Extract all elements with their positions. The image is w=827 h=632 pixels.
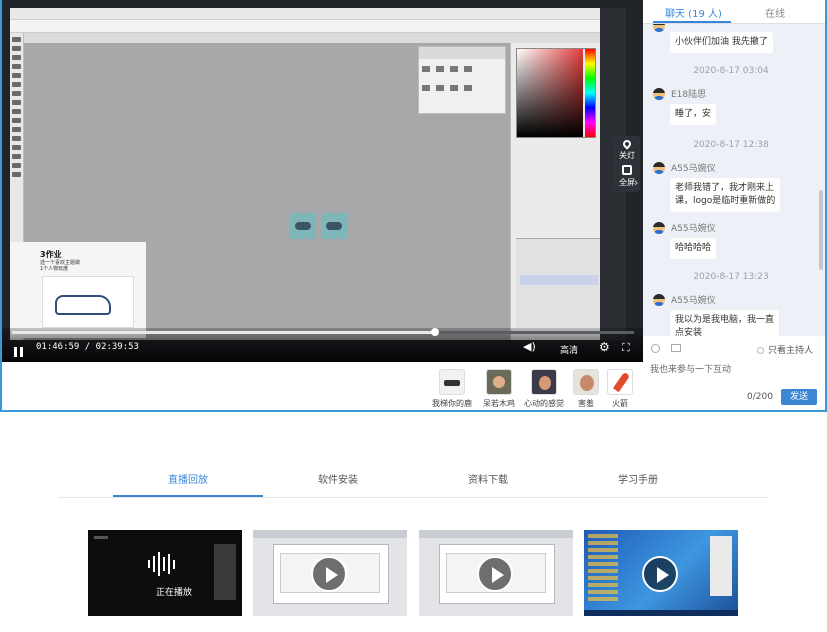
progress-fill [12,331,435,334]
homework-line: 1个人物玩度 [40,266,69,272]
settings-gear-icon[interactable]: ⚙ [599,340,610,354]
char-counter: 0/200 [747,392,773,402]
chat-tabs: 聊天 (19 人) 在线 [643,0,825,24]
fullscreen-icon [622,165,632,175]
progress-bar[interactable] [12,328,634,336]
replay-card[interactable] [253,530,407,616]
illustrator-menubar [10,8,600,20]
user-avatar [653,222,665,234]
tab-downloads[interactable]: 资料下载 [413,471,563,486]
time-readout: 01:46:59 / 02:39:53 [36,342,139,352]
lamp-icon [621,138,633,150]
radio-icon [757,347,764,354]
play-icon[interactable] [311,556,347,592]
tab-handbook[interactable]: 学习手册 [563,471,713,486]
illustrator-doc-tabs [24,33,600,43]
chat-panel: 聊天 (19 人) 在线 小伙伴们加油 我先撤了 2020-8-17 03:04… [643,0,825,362]
artwork-thumb [290,213,316,239]
user-avatar [653,88,665,100]
tab-indicator [113,495,263,497]
chat-username: E18陆思 [671,90,707,100]
homework-text: 选一个喜欢主题做 1个人物玩度 [40,260,80,272]
gift-label: 我梯你的鹿 [432,399,472,408]
tab-replay[interactable]: 直播回放 [113,471,263,486]
illustrator-options-bar [10,20,600,33]
volume-icon[interactable]: ◀) [523,340,536,353]
gift-label: 呆若木鸡 [483,399,515,408]
video-player[interactable]: 3作业 选一个喜欢主题做 1个人物玩度 关灯 全屏 › 01:46:59 / 0… [2,0,643,362]
quality-button[interactable]: 高清 [560,343,578,356]
tab-indicator [653,21,731,23]
gift-heart-icon [531,369,557,395]
user-avatar [653,162,665,174]
gift-item[interactable]: 火箭 [596,369,644,411]
homework-title: 3作业 [40,250,62,259]
tab-software[interactable]: 软件安装 [263,471,413,486]
gift-rocket-icon [607,369,633,395]
artwork-thumb [321,213,347,239]
play-icon[interactable] [477,556,513,592]
fullscreen-icon[interactable]: ⛶ [622,341,630,355]
chat-timestamp: 2020-8-17 13:23 [693,272,769,282]
chat-bubble: 哈哈哈哈 [670,238,717,259]
tab-chat[interactable]: 聊天 (19 人) [665,5,722,20]
layers-panel [516,238,600,328]
user-avatar [653,294,665,306]
course-section: 直播回放 软件安装 资料下载 学习手册 正在播放 [0,412,827,632]
color-picker [516,48,596,138]
replay-card[interactable]: 正在播放 [88,530,242,616]
chat-username: A55马婉仪 [671,224,716,234]
chat-timestamp: 2020-8-17 12:38 [693,140,769,150]
chat-bubble: 我以为是我电脑，我一直 点安装 [670,310,780,336]
gift-deer-icon [439,369,465,395]
progress-knob[interactable] [430,328,439,336]
gift-item[interactable]: 心动的感觉 [520,369,568,411]
gift-label: 心动的感觉 [524,399,564,408]
replay-card[interactable] [584,530,738,616]
chat-timestamp: 2020-8-17 03:04 [693,66,769,76]
chat-username: A55马婉仪 [671,164,716,174]
play-icon[interactable] [642,556,678,592]
gift-item[interactable]: 呆若木鸡 [475,369,523,411]
course-tabs: 直播回放 软件安装 资料下载 学习手册 [58,458,768,498]
bubble-line: 课，logo是临时重新做的 [675,196,776,206]
now-playing-label: 正在播放 [155,588,192,598]
light-toggle[interactable]: 关灯 [614,138,640,161]
image-icon[interactable] [671,344,681,352]
emoji-icon[interactable] [651,344,660,353]
replay-card[interactable] [419,530,573,616]
chat-username: A55马婉仪 [671,296,716,306]
homework-artwork [42,276,134,328]
bubble-line: 我以为是我电脑，我一直 [675,315,775,325]
chat-scrollbar[interactable] [819,190,823,270]
gift-chicken-icon [486,369,512,395]
gift-label: 火箭 [612,399,628,408]
chat-input[interactable]: 我也来参与一下互动 [650,362,731,375]
chat-bubble: 睡了，安 [670,104,717,125]
chat-bubble: 小伙伴们加油 我先撤了 [670,32,773,53]
chat-input-area: 只看主持人 我也来参与一下互动 0/200 发送 [643,336,825,410]
tab-online[interactable]: 在线 [765,5,785,20]
bubble-line: 点安装 [675,328,703,336]
pathfinder-panel [418,46,506,114]
audio-wave-icon [148,552,178,576]
user-avatar [653,24,665,32]
pause-button[interactable] [14,342,26,357]
light-label: 关灯 [619,151,635,160]
homework-card: 3作业 选一个喜欢主题做 1个人物玩度 [10,242,146,338]
collapse-chat-icon[interactable]: › [634,176,638,189]
host-only-label: 只看主持人 [768,346,814,356]
gift-item[interactable]: 我梯你的鹿 [428,369,476,411]
bubble-line: 老师我错了，我才刚来上 [675,183,775,193]
player-controls: 01:46:59 / 02:39:53 ◀) 高清 ⚙ ⛶ [2,328,643,362]
send-button[interactable]: 发送 [781,389,817,405]
chat-bubble: 老师我错了，我才刚来上 课，logo是临时重新做的 [670,178,781,212]
chat-message-list[interactable]: 小伙伴们加油 我先撤了 2020-8-17 03:04 E18陆思 睡了，安 2… [643,24,819,336]
host-only-toggle[interactable]: 只看主持人 [757,343,813,356]
